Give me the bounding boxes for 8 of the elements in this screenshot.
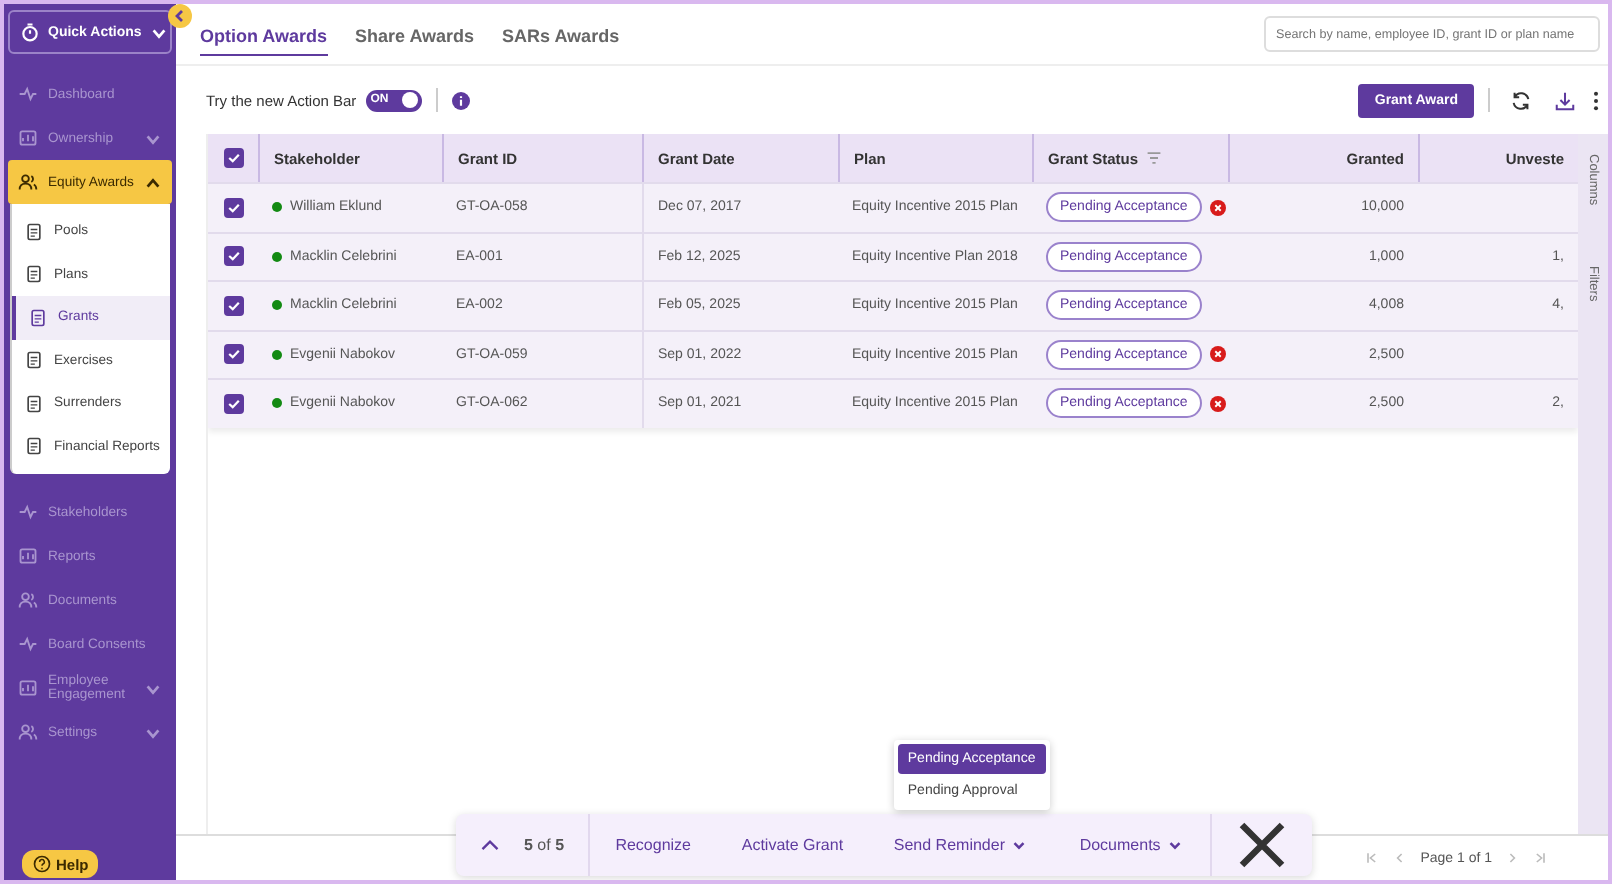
- selection-count: 5 of 5: [524, 836, 565, 854]
- dropdown-button[interactable]: Send Reminder: [893, 836, 1029, 854]
- action-button[interactable]: Recognize: [615, 836, 692, 854]
- tab[interactable]: Share Awards: [355, 13, 475, 55]
- tab[interactable]: Option Awards: [200, 13, 328, 55]
- dropdown-button[interactable]: Documents: [1079, 836, 1185, 854]
- tab[interactable]: SARs Awards: [502, 13, 620, 55]
- action-button[interactable]: Activate Grant: [741, 836, 844, 854]
